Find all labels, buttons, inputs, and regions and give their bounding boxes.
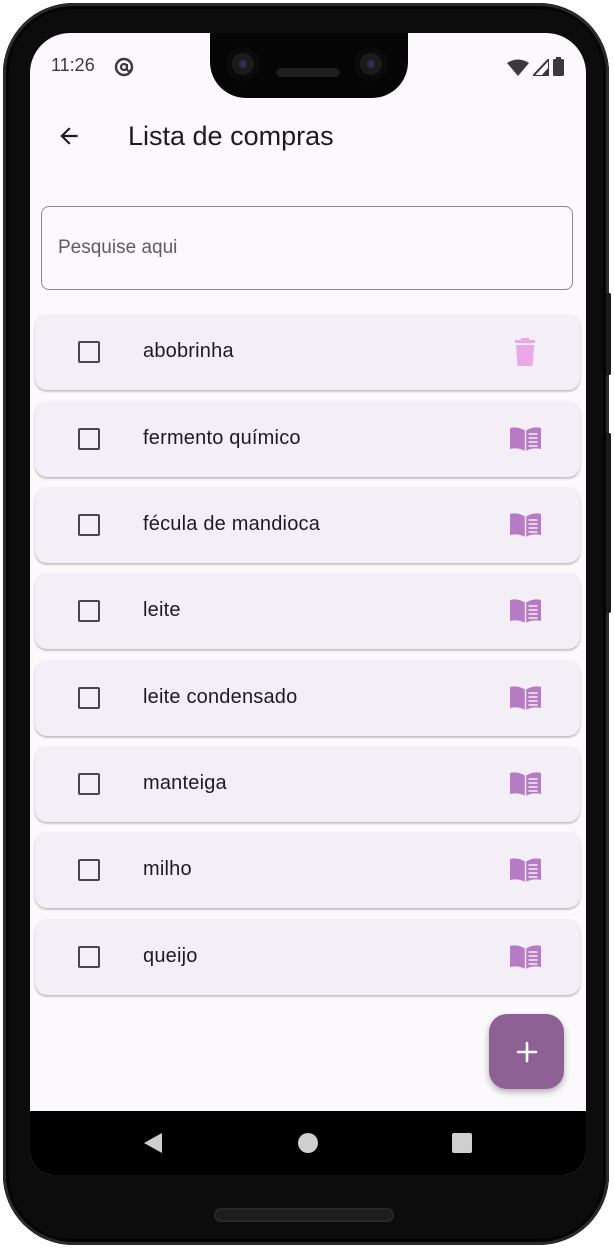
app-bar: Lista de compras (30, 97, 586, 177)
list-item: abobrinha (35, 314, 580, 390)
trash-icon (515, 338, 535, 366)
recipe-button[interactable] (505, 680, 545, 716)
item-label: fermento químico (143, 427, 301, 449)
nav-back-button[interactable] (141, 1131, 165, 1155)
arrow-back-icon (60, 127, 78, 145)
item-checkbox[interactable] (78, 514, 100, 536)
item-checkbox[interactable] (78, 687, 100, 709)
item-checkbox[interactable] (78, 859, 100, 881)
book-icon (509, 513, 541, 537)
item-label: milho (143, 858, 192, 880)
nav-home-button[interactable] (296, 1131, 320, 1155)
item-label: queijo (143, 945, 198, 967)
screen: 11:26 Lista de compras Pesquise aqui abo… (30, 33, 586, 1175)
earpiece-speaker (276, 68, 340, 77)
recipe-button[interactable] (505, 593, 545, 629)
nav-recents-icon (452, 1133, 472, 1153)
recipe-button[interactable] (505, 939, 545, 975)
recipe-button[interactable] (505, 852, 545, 888)
at-sign-icon (114, 57, 134, 82)
item-checkbox[interactable] (78, 773, 100, 795)
list-item: queijo (35, 919, 580, 995)
book-icon (509, 772, 541, 796)
list-item: manteiga (35, 746, 580, 822)
search-input[interactable] (41, 206, 573, 290)
book-icon (509, 599, 541, 623)
item-label: fécula de mandioca (143, 513, 321, 535)
book-icon (509, 945, 541, 969)
plus-icon (516, 1041, 537, 1062)
list-item: milho (35, 832, 580, 908)
item-checkbox[interactable] (78, 428, 100, 450)
book-icon (509, 858, 541, 882)
system-nav-bar (30, 1111, 586, 1175)
recipe-button[interactable] (505, 766, 545, 802)
recipe-button[interactable] (505, 507, 545, 543)
wifi-icon (507, 59, 529, 81)
book-icon (509, 427, 541, 451)
item-label: leite condensado (143, 686, 298, 708)
phone-frame: 11:26 Lista de compras Pesquise aqui abo… (3, 3, 611, 1245)
front-camera-left (226, 47, 260, 81)
nav-back-icon (144, 1133, 162, 1153)
add-item-button[interactable] (489, 1014, 564, 1089)
power-button (606, 293, 611, 375)
list-item: leite (35, 573, 580, 649)
page-title: Lista de compras (128, 121, 334, 151)
camera-notch (210, 33, 408, 98)
list-item: fermento químico (35, 401, 580, 477)
nav-home-icon (298, 1133, 318, 1153)
nav-recents-button[interactable] (450, 1131, 474, 1155)
item-label: abobrinha (143, 340, 234, 362)
list-item: fécula de mandioca (35, 487, 580, 563)
item-label: leite (143, 599, 181, 621)
status-icons (507, 56, 564, 81)
list-item: leite condensado (35, 660, 580, 736)
item-checkbox[interactable] (78, 600, 100, 622)
bottom-speaker-grill (214, 1208, 394, 1222)
back-button[interactable] (52, 119, 86, 153)
battery-icon (553, 57, 564, 81)
recipe-button[interactable] (505, 421, 545, 457)
signal-icon (530, 56, 550, 81)
item-checkbox[interactable] (78, 341, 100, 363)
item-checkbox[interactable] (78, 946, 100, 968)
item-label: manteiga (143, 772, 227, 794)
volume-button (606, 433, 611, 613)
delete-button[interactable] (505, 334, 545, 370)
front-camera-right (354, 47, 388, 81)
book-icon (509, 686, 541, 710)
status-time: 11:26 (51, 55, 95, 75)
